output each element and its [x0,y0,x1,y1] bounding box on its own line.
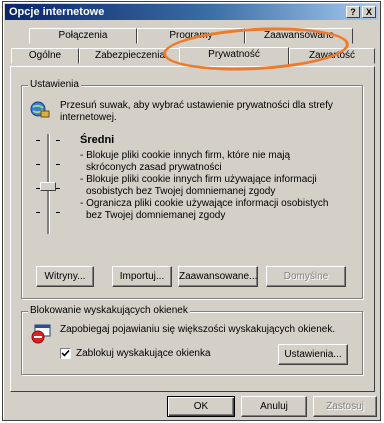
cancel-button[interactable]: Anuluj [241,396,307,417]
tab-connections[interactable]: Połączenia [29,28,137,44]
level-line: - Blokuje pliki cookie innych firm używa… [80,174,317,185]
block-popups-label[interactable]: Zablokuj wyskakujące okienka [76,348,211,360]
help-button[interactable]: ? [346,6,360,18]
level-line: - Blokuje pliki cookie innych firm, któr… [80,150,291,161]
privacy-level-slider[interactable] [34,134,64,234]
level-line: osobistych bez Twojej domniemanej zgody [86,186,276,197]
popup-description: Zapobiegaj pojawianiu się większości wys… [60,324,336,335]
default-button: Domyślne [266,266,346,287]
level-line: - Ogranicza pliki cookie używające infor… [80,198,329,209]
level-line: bez Twojej domniemanej zgody [86,210,226,221]
popup-settings-button[interactable]: Ustawienia... [278,344,348,365]
window-title: Opcje internetowe [9,6,105,18]
privacy-tab-panel: Ustawienia Przesuń suwak, aby wybrać ust… [10,66,375,392]
popup-block-icon [30,324,52,344]
internet-options-window: Opcje internetowe ? X Połączenia Program… [2,1,381,421]
tab-general[interactable]: Ogólne [11,48,79,64]
privacy-level-description: - Blokuje pliki cookie innych firm, któr… [80,150,350,222]
slider-thumb[interactable] [40,182,56,191]
privacy-intro-text: Przesuń suwak, aby wybrać ustawienie pry… [60,100,333,123]
settings-group: Ustawienia Przesuń suwak, aby wybrać ust… [21,79,363,299]
privacy-level-title: Średni [80,134,115,146]
apply-button: Zastosuj [313,396,377,417]
check-icon [61,349,70,357]
block-popups-checkbox[interactable] [60,348,71,359]
title-bar[interactable]: Opcje internetowe ? X [5,4,378,20]
sites-button[interactable]: Witryny... [36,266,94,287]
popup-blocker-group: Blokowanie wyskakujących okienek Zapobie… [21,305,363,375]
ok-button[interactable]: OK [167,396,235,417]
advanced-button[interactable]: Zaawansowane... [178,266,258,287]
import-button[interactable]: Importuj... [112,266,172,287]
close-button[interactable]: X [362,6,376,18]
level-line: skróconych zasad prywatności [86,162,222,173]
settings-group-label: Ustawienia [28,79,81,91]
popup-group-label: Blokowanie wyskakujących okienek [28,305,190,317]
privacy-globe-icon [30,100,50,120]
